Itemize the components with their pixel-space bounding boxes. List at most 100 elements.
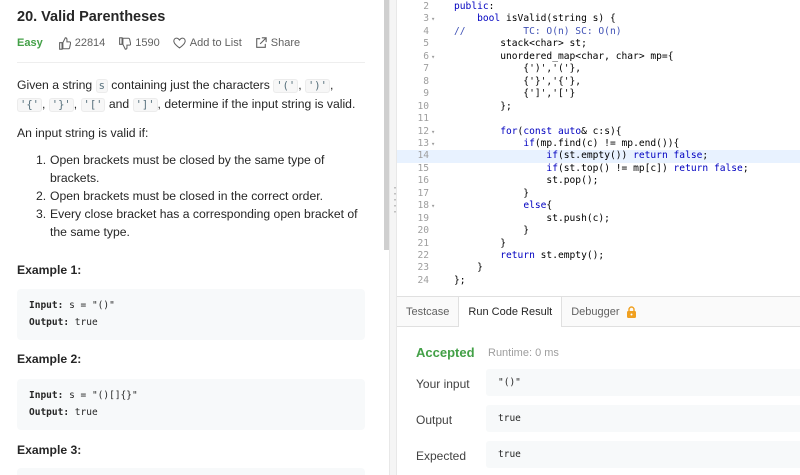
dislike-button[interactable]: 1590 xyxy=(118,36,160,50)
like-button[interactable]: 22814 xyxy=(58,36,106,50)
code-text: } xyxy=(454,187,530,199)
code-text: unordered_map<char, char> mp={ xyxy=(454,50,674,62)
code-editor[interactable]: 2 public: 3 ▾ bool isValid(string s) {4 // T… xyxy=(397,0,800,295)
code-text: {']','['} xyxy=(454,88,576,100)
desc-text: , determine if the input string is valid… xyxy=(157,97,356,111)
code-line[interactable]: 10 }; xyxy=(397,101,800,113)
input-value: s = "()[]{}" xyxy=(69,390,138,401)
meta-divider xyxy=(17,62,365,63)
code-line[interactable]: 12 ▾ for(const auto& c:s){ xyxy=(397,126,800,138)
output-label: Output xyxy=(416,413,453,427)
code-line[interactable]: 2 public: xyxy=(397,1,800,13)
your-input-value: "()" xyxy=(486,369,800,396)
validity-intro: An input string is valid if: xyxy=(17,126,149,140)
list-item: 3. Every close bracket has a correspondin… xyxy=(36,205,366,241)
fold-arrow-icon[interactable]: ▾ xyxy=(431,138,441,150)
line-number: 6 xyxy=(423,50,429,62)
line-number: 22 xyxy=(417,250,429,261)
tab-debugger[interactable]: Debugger xyxy=(562,297,645,327)
fold-arrow-icon[interactable]: ▾ xyxy=(431,51,441,63)
code-line[interactable]: 3 ▾ bool isValid(string s) { xyxy=(397,13,800,25)
rule-number: 2. xyxy=(36,189,47,203)
inline-code-s: s xyxy=(95,79,108,93)
line-number: 11 xyxy=(417,113,429,125)
rule-text: Open brackets must be closed by the same… xyxy=(50,153,325,185)
line-number: 3 xyxy=(423,13,429,25)
output-label: Output: xyxy=(29,317,70,328)
dislike-count: 1590 xyxy=(135,37,160,49)
code-line[interactable]: 23 } xyxy=(397,262,800,274)
rule-number: 3. xyxy=(36,207,47,221)
example-2-box: Input: s = "()[]{}" Output: true xyxy=(17,379,365,430)
code-text: if(mp.find(c) != mp.end()){ xyxy=(523,137,680,149)
desc-text: containing just the characters xyxy=(107,78,274,92)
line-number: 16 xyxy=(417,175,429,187)
problem-title: 20. Valid Parentheses xyxy=(17,9,166,25)
code-line[interactable]: 4 // TC: O(n) SC: O(n) xyxy=(397,26,800,38)
desc-text: , xyxy=(41,97,49,111)
output-value: true xyxy=(486,405,800,432)
code-line[interactable]: 8 {'}','{'}, xyxy=(397,76,800,88)
lock-icon xyxy=(626,306,636,318)
drag-handle-icon[interactable]: ····· xyxy=(392,184,398,220)
fold-arrow-icon[interactable]: ▾ xyxy=(431,200,441,212)
example-1-box: Input: s = "()" Output: true xyxy=(17,289,365,340)
fold-arrow-icon[interactable]: ▾ xyxy=(431,13,441,25)
code-text: // TC: O(n) SC: O(n) xyxy=(454,25,622,37)
add-to-list-button[interactable]: Add to List xyxy=(173,37,242,49)
code-text: for(const auto& c:s){ xyxy=(500,125,622,137)
panel-resize-divider[interactable] xyxy=(389,0,397,475)
problem-description-panel: 20. Valid Parentheses Easy 22814 1590 Ad… xyxy=(0,0,384,475)
code-line[interactable]: 16 st.pop(); xyxy=(397,175,800,187)
code-text: stack<char> st; xyxy=(454,38,587,50)
desc-text: , xyxy=(329,78,334,92)
code-line[interactable]: 22 return st.empty(); xyxy=(397,250,800,262)
code-line[interactable]: 18 ▾ else{ xyxy=(397,200,800,212)
line-number: 4 xyxy=(423,25,429,37)
example-3-heading: Example 3: xyxy=(17,443,82,457)
tab-debugger-label: Debugger xyxy=(571,306,620,318)
run-result-panel: Accepted Runtime: 0 ms Your input "()" O… xyxy=(397,327,800,475)
status-badge: Accepted xyxy=(416,345,475,360)
code-line[interactable]: 19 st.push(c); xyxy=(397,213,800,225)
code-text: return st.empty(); xyxy=(500,250,605,261)
description-paragraph: Given a string s containing just the cha… xyxy=(17,76,362,114)
line-number: 18 xyxy=(417,200,429,212)
desc-text: , xyxy=(73,97,81,111)
code-line[interactable]: 14 if(st.empty()) return false; xyxy=(397,150,800,163)
difficulty-badge: Easy xyxy=(17,37,43,49)
code-line[interactable]: 24}; xyxy=(397,275,800,287)
problem-meta-bar: Easy 22814 1590 Add to List Share xyxy=(17,36,313,50)
code-text: st.pop(); xyxy=(454,175,599,187)
inline-code-char: '(' xyxy=(273,79,299,93)
tab-testcase[interactable]: Testcase xyxy=(397,297,458,327)
line-number: 13 xyxy=(417,137,429,149)
code-line[interactable]: 20 } xyxy=(397,225,800,237)
code-line[interactable]: 7 {')','('}, xyxy=(397,63,800,75)
code-line[interactable]: 9 {']','['} xyxy=(397,88,800,100)
expected-value: true xyxy=(486,441,800,468)
line-number: 12 xyxy=(417,125,429,137)
thumbs-up-icon xyxy=(58,36,71,50)
code-text: else{ xyxy=(523,200,553,212)
code-line[interactable]: 6 ▾ unordered_map<char, char> mp={ xyxy=(397,51,800,63)
console-tabs: Testcase Run Code Result Debugger xyxy=(397,296,800,327)
rules-list: 1. Open brackets must be closed by the sa… xyxy=(36,151,366,241)
input-label: Input: xyxy=(29,300,64,311)
output-value: true xyxy=(74,317,98,328)
example-2-heading: Example 2: xyxy=(17,352,82,366)
code-line[interactable]: 11 xyxy=(397,113,800,125)
code-text: if(st.empty()) return false; xyxy=(546,150,709,162)
code-line[interactable]: 17 } xyxy=(397,188,800,200)
desc-text: Given a string xyxy=(17,78,96,92)
tab-run-code-result[interactable]: Run Code Result xyxy=(458,297,563,327)
code-text: }; xyxy=(454,274,466,286)
code-line[interactable]: 21 } xyxy=(397,238,800,250)
like-count: 22814 xyxy=(74,37,106,49)
share-button[interactable]: Share xyxy=(255,37,300,49)
code-line[interactable]: 15 if(st.top() != mp[c]) return false; xyxy=(397,163,800,175)
code-line[interactable]: 13 ▾ if(mp.find(c) != mp.end()){ xyxy=(397,138,800,150)
share-icon xyxy=(255,37,267,48)
code-line[interactable]: 5 stack<char> st; xyxy=(397,38,800,50)
fold-arrow-icon[interactable]: ▾ xyxy=(431,126,441,138)
